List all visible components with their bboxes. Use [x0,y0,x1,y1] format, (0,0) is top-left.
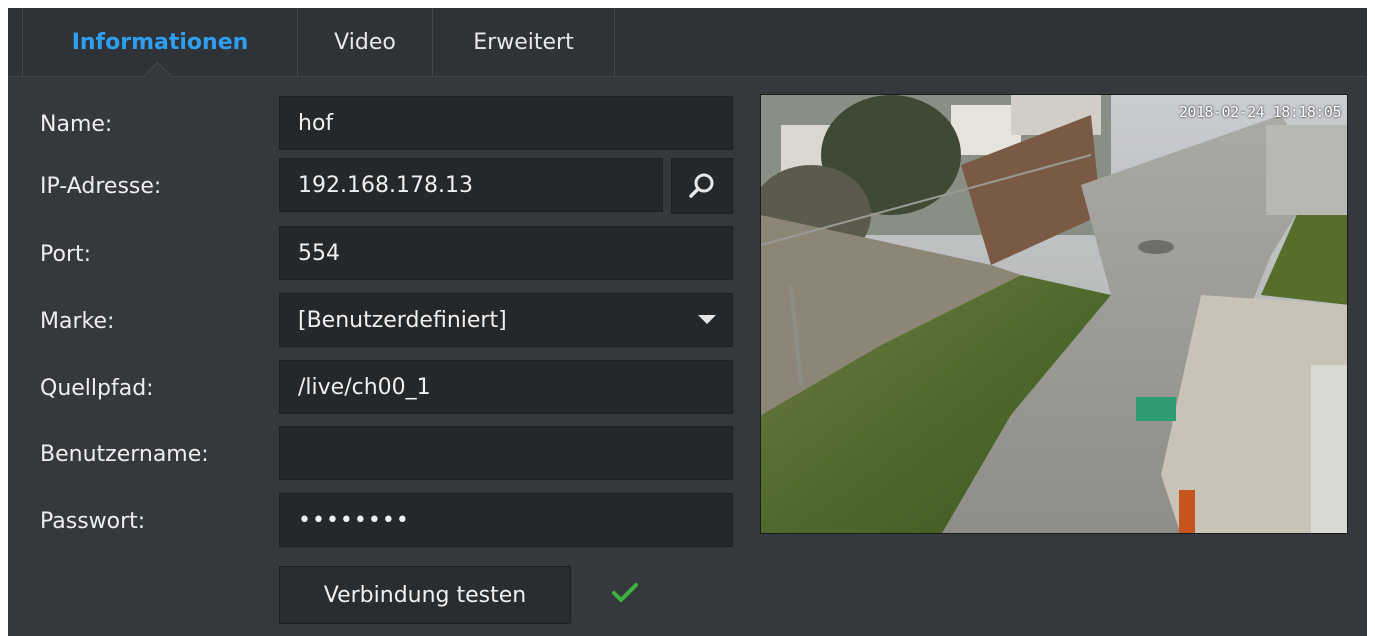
name-field[interactable]: hof [279,96,733,150]
username-label: Benutzername: [40,441,209,467]
port-label: Port: [40,241,92,267]
username-field[interactable] [279,426,733,480]
port-field[interactable]: 554 [279,226,733,280]
name-value: hof [298,110,334,136]
source-path-label: Quellpfad: [40,375,154,401]
source-path-field[interactable]: /live/ch00_1 [279,360,733,414]
camera-preview: 2018-02-24 18:18:05 [760,94,1348,534]
chevron-down-icon[interactable] [698,315,716,324]
preview-timestamp: 2018-02-24 18:18:05 [1178,103,1342,121]
brand-label: Marke: [40,308,115,334]
name-label: Name: [40,111,113,137]
port-value: 554 [298,240,340,266]
check-icon [612,583,638,602]
ip-address-field[interactable]: 192.168.178.13 [279,158,663,212]
test-connection-label: Verbindung testen [323,582,527,608]
password-field[interactable]: •••••••• [279,493,733,547]
password-value: •••••••• [298,507,410,533]
camera-snapshot [761,95,1347,533]
tab-erweitert[interactable]: Erweitert [433,8,615,76]
password-label: Passwort: [40,508,146,534]
ip-address-value: 192.168.178.13 [298,172,473,198]
ip-address-label: IP-Adresse: [40,173,162,199]
tab-bar: Informationen Video Erweitert [8,8,1367,77]
search-ip-button[interactable] [671,158,733,214]
brand-value: [Benutzerdefiniert] [298,307,507,333]
camera-settings-dialog: Informationen Video Erweitert Name: hof … [8,8,1367,636]
tab-video[interactable]: Video [298,8,433,76]
source-path-value: /live/ch00_1 [298,374,431,400]
brand-select[interactable]: [Benutzerdefiniert] [279,293,733,347]
search-icon [689,173,714,198]
test-connection-button[interactable]: Verbindung testen [279,566,571,624]
